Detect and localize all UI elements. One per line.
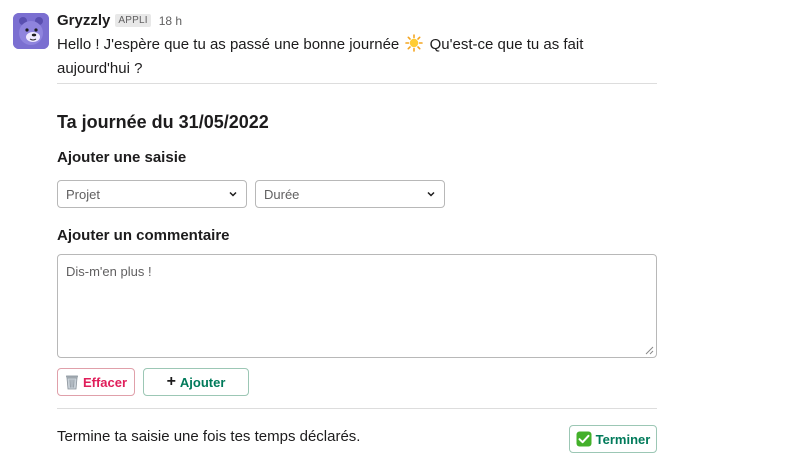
comment-placeholder: Dis-m'en plus ! [66, 264, 152, 279]
comment-label: Ajouter un commentaire [57, 227, 230, 244]
add-button[interactable]: + Ajouter [143, 368, 249, 396]
app-badge: APPLI [115, 14, 151, 27]
resize-grip-icon[interactable] [645, 346, 654, 355]
comment-input[interactable]: Dis-m'en plus ! [57, 254, 657, 358]
chevron-down-icon [229, 191, 237, 197]
chevron-down-icon [427, 191, 435, 197]
sun-emoji-icon [405, 34, 424, 58]
bear-mascot-icon [13, 13, 49, 49]
project-select-value: Projet [66, 186, 100, 202]
message-text: Hello ! J'espère que tu as passé une bon… [57, 34, 657, 79]
finish-button[interactable]: Terminer [569, 425, 657, 453]
divider-bottom [57, 408, 657, 409]
message-timestamp[interactable]: 18 h [159, 14, 182, 28]
plus-icon: + [166, 373, 176, 390]
sender-name[interactable]: Gryzzly [57, 12, 110, 29]
add-entry-label: Ajouter une saisie [57, 149, 187, 166]
form-title: Ta journée du 31/05/2022 [57, 112, 269, 132]
app-avatar[interactable] [13, 13, 49, 49]
wastebasket-icon [65, 375, 78, 390]
clear-button[interactable]: Effacer [57, 368, 135, 396]
finish-button-label: Terminer [595, 431, 651, 447]
duration-select[interactable]: Durée [255, 180, 445, 208]
message-text-before: Hello ! J'espère que tu as passé une bon… [57, 36, 400, 53]
add-button-label: Ajouter [179, 374, 226, 390]
message-header: Gryzzly APPLI 18 h [57, 12, 182, 29]
divider-top [57, 83, 657, 84]
clear-button-label: Effacer [82, 374, 128, 390]
check-mark-button-icon [576, 431, 592, 447]
duration-select-value: Durée [264, 186, 300, 202]
project-select[interactable]: Projet [57, 180, 247, 208]
footer-text: Termine ta saisie une fois tes temps déc… [57, 428, 361, 445]
